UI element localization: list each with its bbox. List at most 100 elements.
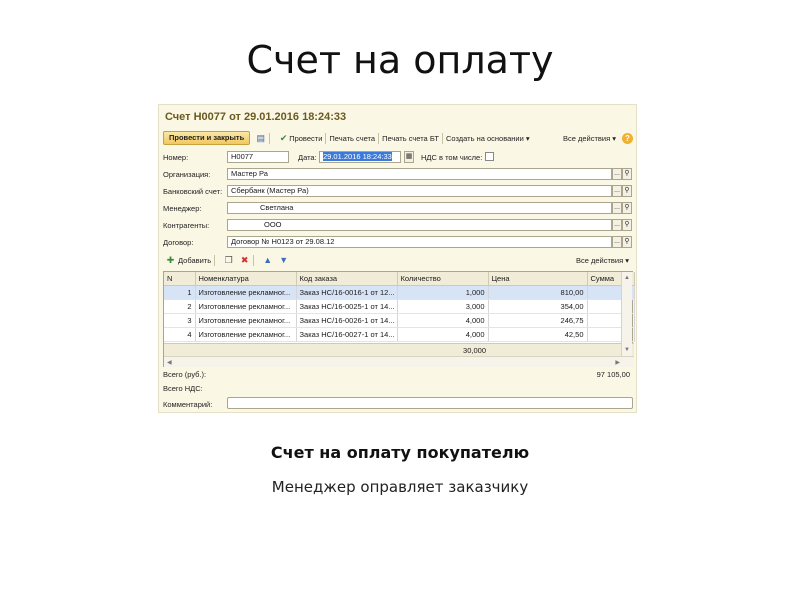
toolbar-separator <box>253 255 255 266</box>
cell-price: 810,00 <box>488 285 588 300</box>
search-icon[interactable]: ⚲ <box>622 236 632 248</box>
move-up-icon[interactable]: ▲ <box>262 255 273 266</box>
date-value: 29.01.2016 18:24:33 <box>323 152 392 161</box>
vertical-scrollbar[interactable]: ▲ ▼ <box>621 272 632 356</box>
table-row[interactable]: 3 Изготовление рекламног... Заказ НС/16-… <box>164 313 635 328</box>
select-button[interactable]: ... <box>612 236 622 248</box>
horizontal-scrollbar[interactable]: ◀ ▶ <box>164 356 634 367</box>
cell-n: 2 <box>164 299 196 314</box>
search-icon[interactable]: ⚲ <box>622 185 632 197</box>
cell-price: 42,50 <box>488 327 588 342</box>
cell-price: 246,75 <box>488 313 588 328</box>
copy-icon[interactable]: ❐ <box>223 255 234 266</box>
select-button[interactable]: ... <box>612 185 622 197</box>
delete-icon[interactable]: ✖ <box>239 255 250 266</box>
cell-quantity: 4,000 <box>397 327 489 342</box>
all-actions-button[interactable]: Все действия ▾ <box>563 134 616 143</box>
cell-price: 354,00 <box>488 299 588 314</box>
post-icon[interactable]: ✔ <box>278 133 289 144</box>
scroll-down-icon[interactable]: ▼ <box>624 347 630 353</box>
table-all-actions-button[interactable]: Все действия ▾ <box>576 256 629 265</box>
cell-item: Изготовление рекламног... <box>195 299 297 314</box>
date-field[interactable]: 29.01.2016 18:24:33 <box>319 151 401 163</box>
slide-subtitle: Счет на оплату покупателю <box>270 443 530 462</box>
total-label: Всего (руб.): <box>163 370 207 379</box>
table-toolbar: ✚ Добавить ❐ ✖ ▲ ▼ Все действия ▾ <box>163 254 633 267</box>
scroll-left-icon[interactable]: ◀ <box>167 359 172 366</box>
cell-order-code: Заказ НС/16-0027-1 от 14... <box>296 327 398 342</box>
search-icon[interactable]: ⚲ <box>622 168 632 180</box>
cell-quantity: 4,000 <box>397 313 489 328</box>
column-header[interactable]: Номенклатура <box>195 272 297 286</box>
toolbar-separator <box>325 132 327 144</box>
invoice-window: Счет Н0077 от 29.01.2016 18:24:33 Провес… <box>158 104 637 413</box>
toolbar-separator <box>269 132 271 144</box>
cell-order-code: Заказ НС/16-0025-1 от 14... <box>296 299 398 314</box>
cell-quantity: 1,000 <box>397 285 489 300</box>
print-invoice-button[interactable]: Печать счета <box>329 134 375 143</box>
cell-n: 1 <box>164 285 196 300</box>
table-row[interactable]: 1 Изготовление рекламног... Заказ НС/16-… <box>164 285 635 300</box>
contract-label: Договор: <box>163 238 194 247</box>
organization-field[interactable]: Мастер Ра <box>227 168 612 180</box>
post-and-close-button[interactable]: Провести и закрыть <box>163 131 251 145</box>
contract-field[interactable]: Договор № Н0123 от 29.08.12 <box>227 236 612 248</box>
comment-label: Комментарий: <box>163 400 213 409</box>
table-footer: 30,000 <box>164 343 634 356</box>
cell-item: Изготовление рекламног... <box>195 313 297 328</box>
toolbar-separator <box>378 132 380 144</box>
total-value: 97 105,00 <box>596 370 630 379</box>
scroll-right-icon[interactable]: ▶ <box>615 359 620 366</box>
toolbar-separator <box>441 132 443 144</box>
select-button[interactable]: ... <box>612 202 622 214</box>
table-row[interactable]: 4 Изготовление рекламног... Заказ НС/16-… <box>164 327 635 342</box>
calendar-icon[interactable]: ▦ <box>404 151 414 163</box>
help-icon[interactable]: ? <box>622 132 633 144</box>
window-title: Счет Н0077 от 29.01.2016 18:24:33 <box>165 111 347 123</box>
organization-label: Организация: <box>163 170 211 179</box>
column-header[interactable]: Цена <box>488 272 588 286</box>
search-icon[interactable]: ⚲ <box>622 219 632 231</box>
post-button[interactable]: Провести <box>289 134 322 143</box>
cell-item: Изготовление рекламног... <box>195 327 297 342</box>
manager-field[interactable]: Светлана <box>227 202 612 214</box>
save-icon[interactable]: ▤ <box>255 133 266 144</box>
table-row[interactable]: 2 Изготовление рекламног... Заказ НС/16-… <box>164 299 635 314</box>
bank-account-field[interactable]: Сбербанк (Мастер Ра) <box>227 185 612 197</box>
cell-item: Изготовление рекламног... <box>195 285 297 300</box>
date-label: Дата: <box>298 153 317 162</box>
total-vat-label: Всего НДС: <box>163 384 203 393</box>
add-button[interactable]: Добавить <box>178 256 211 265</box>
cell-quantity: 3,000 <box>397 299 489 314</box>
vat-included-checkbox[interactable] <box>485 152 494 161</box>
select-button[interactable]: ... <box>612 219 622 231</box>
cell-n: 3 <box>164 313 196 328</box>
goods-table: N Номенклатура Код заказа Количество Цен… <box>163 271 635 367</box>
contractor-label: Контрагенты: <box>163 221 210 230</box>
cell-order-code: Заказ НС/16-0026-1 от 14... <box>296 313 398 328</box>
move-down-icon[interactable]: ▼ <box>278 255 289 266</box>
scroll-up-icon[interactable]: ▲ <box>624 275 630 281</box>
comment-field[interactable] <box>227 397 633 409</box>
manager-label: Менеджер: <box>163 204 202 213</box>
table-header-row: N Номенклатура Код заказа Количество Цен… <box>164 272 635 286</box>
select-button[interactable]: ... <box>612 168 622 180</box>
number-field[interactable]: Н0077 <box>227 151 289 163</box>
cell-n: 4 <box>164 327 196 342</box>
contractor-field[interactable]: ООО <box>227 219 612 231</box>
column-header[interactable]: Количество <box>397 272 489 286</box>
number-label: Номер: <box>163 153 189 162</box>
bank-account-label: Банковский счет: <box>163 187 223 196</box>
slide-caption: Менеджер оправляет заказчику <box>271 478 529 496</box>
search-icon[interactable]: ⚲ <box>622 202 632 214</box>
cell-order-code: Заказ НС/16-0016-1 от 12... <box>296 285 398 300</box>
column-header[interactable]: Код заказа <box>296 272 398 286</box>
create-based-on-button[interactable]: Создать на основании ▾ <box>446 134 530 143</box>
toolbar-separator <box>214 255 216 266</box>
footer-total-quantity: 30,000 <box>463 346 486 355</box>
column-header[interactable]: N <box>164 272 196 286</box>
vat-included-label: НДС в том числе: <box>421 153 483 162</box>
slide-title: Счет на оплату <box>246 38 554 82</box>
print-invoice-bt-button[interactable]: Печать счета БТ <box>382 134 439 143</box>
add-icon[interactable]: ✚ <box>165 255 176 266</box>
